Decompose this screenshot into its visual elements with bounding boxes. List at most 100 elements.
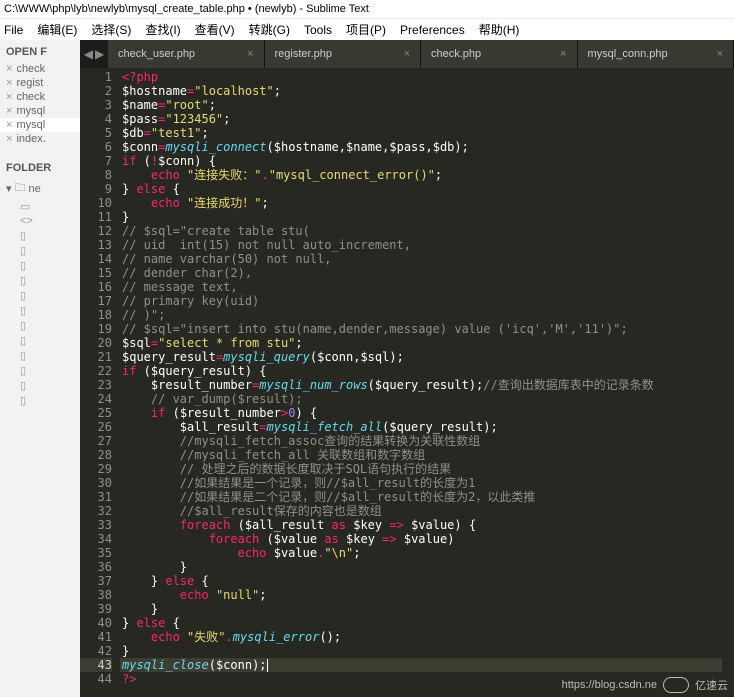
code-line-9[interactable]: } else { — [120, 182, 722, 196]
folder-file[interactable]: ▯ — [0, 273, 80, 288]
code-line-33[interactable]: foreach ($all_result as $key => $value) … — [120, 518, 722, 532]
menubar[interactable]: File 编辑(E) 选择(S) 查找(I) 查看(V) 转跳(G) Tools 项目(P) P… — [0, 18, 734, 40]
code-line-30[interactable]: //如果结果是一个记录，则//$all_result的长度为1 — [120, 476, 722, 490]
code-line-20[interactable]: $sql="select * from stu"; — [120, 336, 722, 350]
code-line-5[interactable]: $db="test1"; — [120, 126, 722, 140]
folder-file[interactable]: ▯ — [0, 348, 80, 363]
code-line-29[interactable]: // 处理之后的数据长度取决于SQL语句执行的结果 — [120, 462, 722, 476]
code-line-36[interactable]: } — [120, 560, 722, 574]
code-line-43[interactable]: mysqli_close($conn); — [120, 658, 722, 672]
code-line-34[interactable]: foreach ($value as $key => $value) — [120, 532, 722, 546]
open-file-item[interactable]: × regist — [0, 76, 80, 90]
code-line-25[interactable]: if ($result_number>0) { — [120, 406, 722, 420]
close-icon[interactable]: × — [560, 48, 566, 60]
tab-check_user-php[interactable]: check_user.php× — [108, 40, 265, 68]
folder-root[interactable]: ▾ 🗀 ne — [0, 178, 80, 199]
chevron-down-icon: ▾ — [6, 182, 12, 195]
arrow-left-icon[interactable]: ◀ — [84, 47, 93, 61]
code-line-10[interactable]: echo "连接成功！"; — [120, 196, 722, 210]
open-file-item[interactable]: ×check — [0, 62, 80, 76]
folder-file[interactable]: ▯ — [0, 393, 80, 408]
arrow-right-icon[interactable]: ▶ — [95, 47, 104, 61]
menu-g[interactable]: 转跳(G) — [249, 21, 290, 38]
code-line-37[interactable]: } else { — [120, 574, 722, 588]
code-line-32[interactable]: //$all_result保存的内容也是数组 — [120, 504, 722, 518]
close-icon[interactable]: × — [6, 63, 12, 75]
menu-preferences[interactable]: Preferences — [400, 23, 465, 37]
code-editor[interactable]: 1234567891011121314151617181920212223242… — [80, 68, 734, 697]
code-line-16[interactable]: // message text, — [120, 280, 722, 294]
code-line-17[interactable]: // primary key(uid) — [120, 294, 722, 308]
code-line-27[interactable]: //mysqli_fetch_assoc查询的结果转换为关联性数组 — [120, 434, 722, 448]
close-icon[interactable]: × — [6, 77, 12, 89]
code-line-13[interactable]: // uid int(15) not null auto_increment, — [120, 238, 722, 252]
code-line-12[interactable]: // $sql="create table stu( — [120, 224, 722, 238]
open-file-item[interactable]: ×index. — [0, 132, 80, 146]
sidebar: OPEN F ×check×regist×check×mysql×mysql×i… — [0, 40, 80, 697]
close-icon[interactable]: × — [6, 133, 12, 145]
file-label: mysql — [16, 119, 45, 131]
close-icon[interactable]: × — [404, 48, 410, 60]
close-icon[interactable]: × — [6, 91, 12, 103]
open-file-item[interactable]: × mysql — [0, 118, 80, 132]
folder-file[interactable]: <> — [0, 214, 80, 228]
menu-file[interactable]: File — [4, 23, 23, 37]
code-line-7[interactable]: if (!$conn) { — [120, 154, 722, 168]
code-line-31[interactable]: //如果结果是二个记录，则//$all_result的长度为2，以此类推 — [120, 490, 722, 504]
code-line-6[interactable]: $conn=mysqli_connect($hostname,$name,$pa… — [120, 140, 722, 154]
minimap[interactable] — [722, 68, 734, 697]
open-file-item[interactable]: ×mysql — [0, 104, 80, 118]
folder-file[interactable]: ▯ — [0, 288, 80, 303]
code-line-35[interactable]: echo $value."\n"; — [120, 546, 722, 560]
folder-file[interactable]: ▯ — [0, 258, 80, 273]
code-line-15[interactable]: // dender char(2), — [120, 266, 722, 280]
code-line-38[interactable]: echo "null"; — [120, 588, 722, 602]
code-line-18[interactable]: // )"; — [120, 308, 722, 322]
code-line-28[interactable]: //mysqli_fetch_all 关联数组和数字数组 — [120, 448, 722, 462]
code-line-40[interactable]: } else { — [120, 616, 722, 630]
folder-file[interactable]: ▯ — [0, 378, 80, 393]
folder-file[interactable]: ▭ — [0, 199, 80, 214]
code-line-11[interactable]: } — [120, 210, 722, 224]
menu-v[interactable]: 查看(V) — [195, 21, 235, 38]
file-label: regist — [16, 77, 43, 89]
menu-i[interactable]: 查找(I) — [145, 21, 180, 38]
code-line-23[interactable]: $result_number=mysqli_num_rows($query_re… — [120, 378, 722, 392]
code-line-42[interactable]: } — [120, 644, 722, 658]
code-line-8[interactable]: echo "连接失败："."mysql_connect_error()"; — [120, 168, 722, 182]
menu-e[interactable]: 编辑(E) — [37, 21, 77, 38]
folder-file[interactable]: ▯ — [0, 303, 80, 318]
file-icon: ▯ — [20, 319, 30, 329]
tab-mysql_conn-php[interactable]: mysql_conn.php× — [578, 40, 734, 68]
code-line-3[interactable]: $name="root"; — [120, 98, 722, 112]
tab-check-php[interactable]: check.php× — [421, 40, 578, 68]
code-line-2[interactable]: $hostname="localhost"; — [120, 84, 722, 98]
folder-file[interactable]: ▯ — [0, 318, 80, 333]
code-line-21[interactable]: $query_result=mysqli_query($conn,$sql); — [120, 350, 722, 364]
menu-p[interactable]: 项目(P) — [346, 21, 386, 38]
menu-s[interactable]: 选择(S) — [91, 21, 131, 38]
folder-file[interactable]: ▯ — [0, 243, 80, 258]
close-icon[interactable]: × — [717, 48, 723, 60]
menu-tools[interactable]: Tools — [304, 23, 332, 37]
code-line-4[interactable]: $pass="123456"; — [120, 112, 722, 126]
code-line-22[interactable]: if ($query_result) { — [120, 364, 722, 378]
code-line-1[interactable]: <?php — [120, 70, 722, 84]
close-icon[interactable]: × — [6, 119, 12, 131]
menu-h[interactable]: 帮助(H) — [479, 21, 520, 38]
close-icon[interactable]: × — [247, 48, 253, 60]
code-line-24[interactable]: // var_dump($result); — [120, 392, 722, 406]
code-line-14[interactable]: // name varchar(50) not null, — [120, 252, 722, 266]
tab-nav-arrows[interactable]: ◀ ▶ — [80, 40, 108, 68]
code-line-19[interactable]: // $sql="insert into stu(name,dender,mes… — [120, 322, 722, 336]
open-file-item[interactable]: ×check — [0, 90, 80, 104]
folder-file[interactable]: ▯ — [0, 363, 80, 378]
code-line-41[interactable]: echo "失败".mysqli_error(); — [120, 630, 722, 644]
code-line-26[interactable]: $all_result=mysqli_fetch_all($query_resu… — [120, 420, 722, 434]
code-area[interactable]: <?php$hostname="localhost";$name="root";… — [120, 68, 722, 697]
folder-file[interactable]: ▯ — [0, 333, 80, 348]
code-line-39[interactable]: } — [120, 602, 722, 616]
tab-register-php[interactable]: register.php× — [265, 40, 422, 68]
folder-file[interactable]: ▯ — [0, 228, 80, 243]
close-icon[interactable]: × — [6, 105, 12, 117]
